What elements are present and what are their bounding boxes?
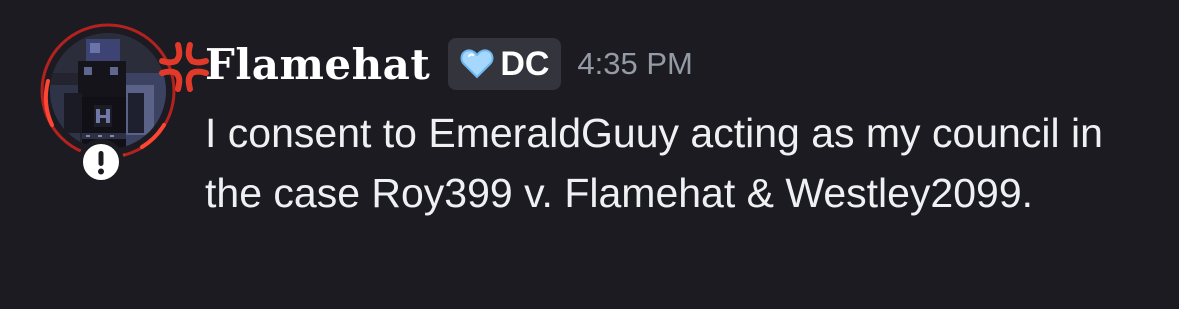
chat-message: Flamehat DC 4:35 PM I consent to Emerald… — [0, 0, 1179, 309]
status-badge — [78, 139, 124, 185]
exclamation-icon — [98, 151, 104, 175]
username[interactable]: Flamehat — [205, 40, 430, 89]
message-header: Flamehat DC 4:35 PM — [205, 34, 693, 94]
message-content: I consent to EmeraldGuuy acting as my co… — [205, 110, 1103, 216]
blue-heart-icon — [460, 49, 494, 79]
avatar-image — [50, 33, 166, 149]
avatar[interactable] — [38, 21, 209, 185]
timestamp[interactable]: 4:35 PM — [577, 46, 692, 82]
server-tag-label: DC — [500, 44, 550, 83]
anger-symbol-icon — [159, 42, 209, 92]
server-tag[interactable]: DC — [448, 38, 562, 90]
